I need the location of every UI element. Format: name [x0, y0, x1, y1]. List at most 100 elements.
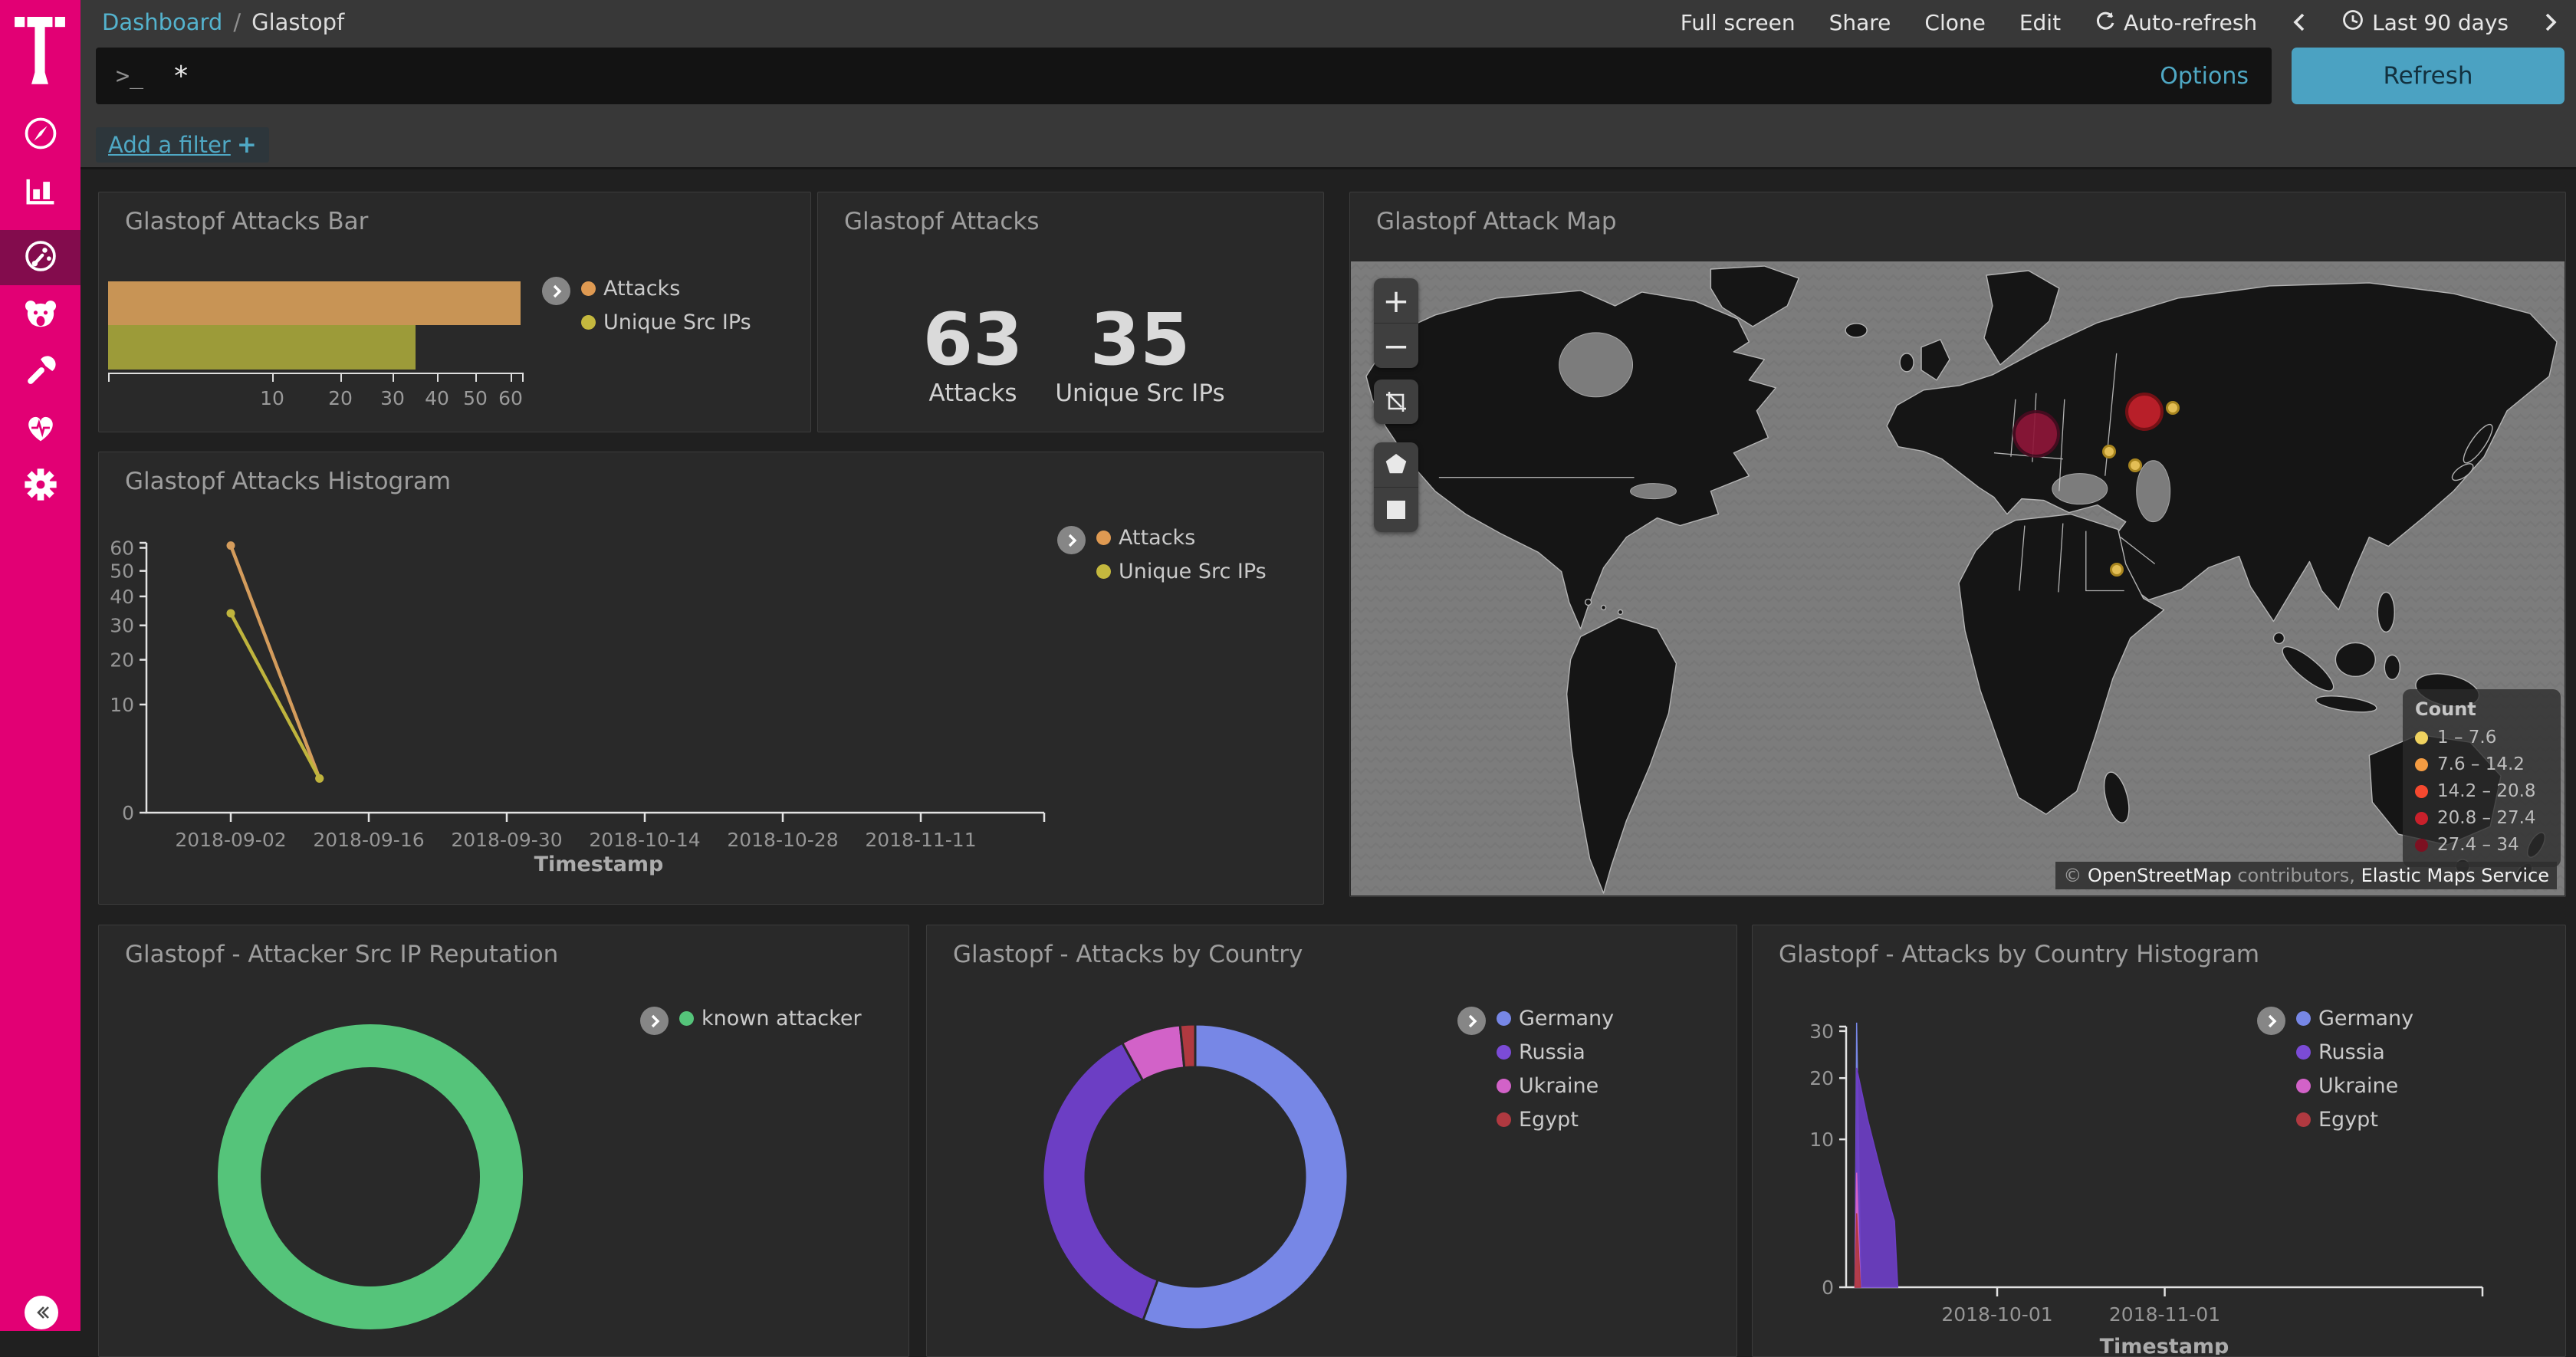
map-legend-bucket: 14.2 – 20.8 — [2415, 781, 2548, 801]
legend-dot — [1497, 1011, 1511, 1026]
sidebar-item-dashboard[interactable] — [0, 230, 80, 285]
legend-toggle-chevron-icon[interactable] — [1457, 1007, 1486, 1035]
edit-button[interactable]: Edit — [2019, 10, 2061, 35]
heartbeat-icon — [21, 408, 61, 451]
svg-text:2018-10-14: 2018-10-14 — [589, 829, 700, 851]
legend-item[interactable]: Russia — [2296, 1040, 2413, 1064]
bar-attacks[interactable] — [108, 281, 521, 325]
axis-tick — [511, 373, 512, 382]
attacks-by-country-donut-chart[interactable] — [927, 925, 1735, 1355]
map-legend-dot — [2415, 731, 2428, 744]
legend-item[interactable]: Unique Src IPs — [581, 310, 751, 334]
map-attack-marker[interactable] — [2102, 445, 2116, 458]
compass-icon — [21, 114, 60, 156]
metric-value: 35 — [1048, 304, 1232, 376]
map-attack-marker[interactable] — [2128, 458, 2142, 472]
map-zoom-in-button[interactable]: + — [1374, 278, 1418, 323]
legend-toggle-chevron-icon[interactable] — [640, 1007, 669, 1035]
legend-item[interactable]: Egypt — [1497, 1108, 1614, 1132]
sidebar-item-discover[interactable] — [0, 107, 80, 163]
panel-title[interactable]: Glastopf Attacks — [844, 208, 1039, 235]
legend-toggle-chevron-icon[interactable] — [542, 277, 570, 305]
attacks-by-country-area-chart[interactable]: 01020302018-10-012018-11-01Timestamp — [1753, 925, 2564, 1355]
map-draw-rectangle-button[interactable] — [1374, 487, 1418, 532]
add-filter-button[interactable]: Add a filter + — [96, 127, 269, 163]
axis-tick-label: 20 — [317, 387, 363, 409]
top-bar: Dashboard / Glastopf Full screen Share C… — [80, 0, 2576, 169]
svg-text:30: 30 — [1809, 1020, 1834, 1043]
legend-item[interactable]: Unique Src IPs — [1096, 560, 1267, 583]
query-input[interactable]: >_ * Options — [96, 48, 2272, 104]
sidebar-item-management[interactable] — [0, 458, 80, 514]
legend-item[interactable]: Attacks — [581, 277, 751, 301]
bar-unique-src-ips[interactable] — [108, 325, 416, 370]
reputation-donut-chart[interactable] — [99, 925, 907, 1355]
sidebar-item-visualize[interactable] — [0, 164, 80, 219]
query-text[interactable]: * — [174, 61, 2160, 92]
map-fit-bounds-button[interactable] — [1374, 380, 1418, 424]
map-legend-bucket: 1 – 7.6 — [2415, 728, 2548, 748]
world-map-svg — [1351, 261, 2564, 895]
auto-refresh-button[interactable]: Auto-refresh — [2095, 9, 2257, 36]
legend-dot — [2296, 1112, 2311, 1127]
legend-item[interactable]: Ukraine — [1497, 1074, 1614, 1098]
telekom-t-logo[interactable] — [15, 17, 65, 89]
time-next-button[interactable] — [2542, 10, 2559, 34]
legend: known attacker — [640, 1007, 862, 1035]
legend-item[interactable]: Ukraine — [2296, 1074, 2413, 1098]
full-screen-button[interactable]: Full screen — [1681, 10, 1796, 35]
panel-title[interactable]: Glastopf Attacks Bar — [125, 208, 368, 235]
breadcrumb: Dashboard / Glastopf — [102, 0, 344, 44]
attacks-bar-chart[interactable]: 102030405060 — [108, 281, 568, 427]
map-attack-marker[interactable] — [2125, 393, 2164, 431]
panel-title[interactable]: Glastopf Attack Map — [1376, 208, 1617, 235]
collapse-sidebar-button[interactable] — [25, 1296, 58, 1329]
openstreetmap-link[interactable]: OpenStreetMap — [2088, 865, 2232, 886]
map-attack-marker[interactable] — [2166, 401, 2180, 415]
svg-text:Timestamp: Timestamp — [2100, 1335, 2229, 1355]
axis-tick-label: 30 — [370, 387, 416, 409]
plus-icon: + — [237, 131, 257, 159]
legend-dot — [1497, 1112, 1511, 1127]
legend-item[interactable]: Germany — [1497, 1007, 1614, 1030]
sidebar-item-monitoring[interactable] — [0, 402, 80, 457]
gauge-icon — [21, 237, 60, 278]
query-options-link[interactable]: Options — [2160, 63, 2249, 90]
svg-text:2018-11-11: 2018-11-11 — [865, 829, 976, 851]
svg-text:40: 40 — [110, 586, 134, 608]
clock-icon — [2341, 8, 2364, 37]
sidebar-item-tpot[interactable] — [0, 288, 80, 343]
legend-dot — [581, 315, 596, 330]
map-attack-marker[interactable] — [2110, 563, 2124, 577]
refresh-button[interactable]: Refresh — [2292, 48, 2564, 104]
axis-tick — [522, 373, 524, 382]
attacks-histogram-chart[interactable]: 01020304050602018-09-022018-09-162018-09… — [99, 452, 1322, 902]
legend-item[interactable]: Attacks — [1096, 526, 1267, 550]
axis-tick-label: 60 — [488, 387, 534, 409]
time-range-button[interactable]: Last 90 days — [2341, 8, 2509, 37]
share-button[interactable]: Share — [1829, 10, 1891, 35]
svg-text:2018-11-01: 2018-11-01 — [2109, 1303, 2220, 1326]
svg-text:0: 0 — [122, 802, 134, 824]
legend-item[interactable]: Egypt — [2296, 1108, 2413, 1132]
time-prev-button[interactable] — [2291, 10, 2308, 34]
sidebar-item-devtools[interactable] — [0, 345, 80, 400]
legend-item[interactable]: Germany — [2296, 1007, 2413, 1030]
breadcrumb-dashboard-link[interactable]: Dashboard — [102, 9, 222, 35]
metric-value: 63 — [889, 304, 1057, 376]
map-draw-polygon-button[interactable] — [1374, 442, 1418, 487]
legend-item[interactable]: Russia — [1497, 1040, 1614, 1064]
map-attribution: © OpenStreetMap contributors, Elastic Ma… — [2055, 862, 2557, 889]
world-map[interactable]: + − Count 1 – 7.67.6 – 14.214.2 – 20.8 — [1351, 261, 2564, 895]
svg-text:2018-10-01: 2018-10-01 — [1941, 1303, 2052, 1326]
panel-attacks-metric: Glastopf Attacks 63 Attacks 35 Unique Sr… — [817, 192, 1324, 432]
legend-dot — [2296, 1079, 2311, 1093]
map-zoom-out-button[interactable]: − — [1374, 323, 1418, 368]
legend-toggle-chevron-icon[interactable] — [2257, 1007, 2285, 1035]
map-legend-dot — [2415, 839, 2428, 852]
clone-button[interactable]: Clone — [1924, 10, 1985, 35]
legend-toggle-chevron-icon[interactable] — [1057, 526, 1086, 554]
legend-item[interactable]: known attacker — [679, 1007, 862, 1030]
map-attack-marker[interactable] — [2013, 410, 2060, 458]
elastic-maps-service-link[interactable]: Elastic Maps Service — [2361, 865, 2549, 886]
